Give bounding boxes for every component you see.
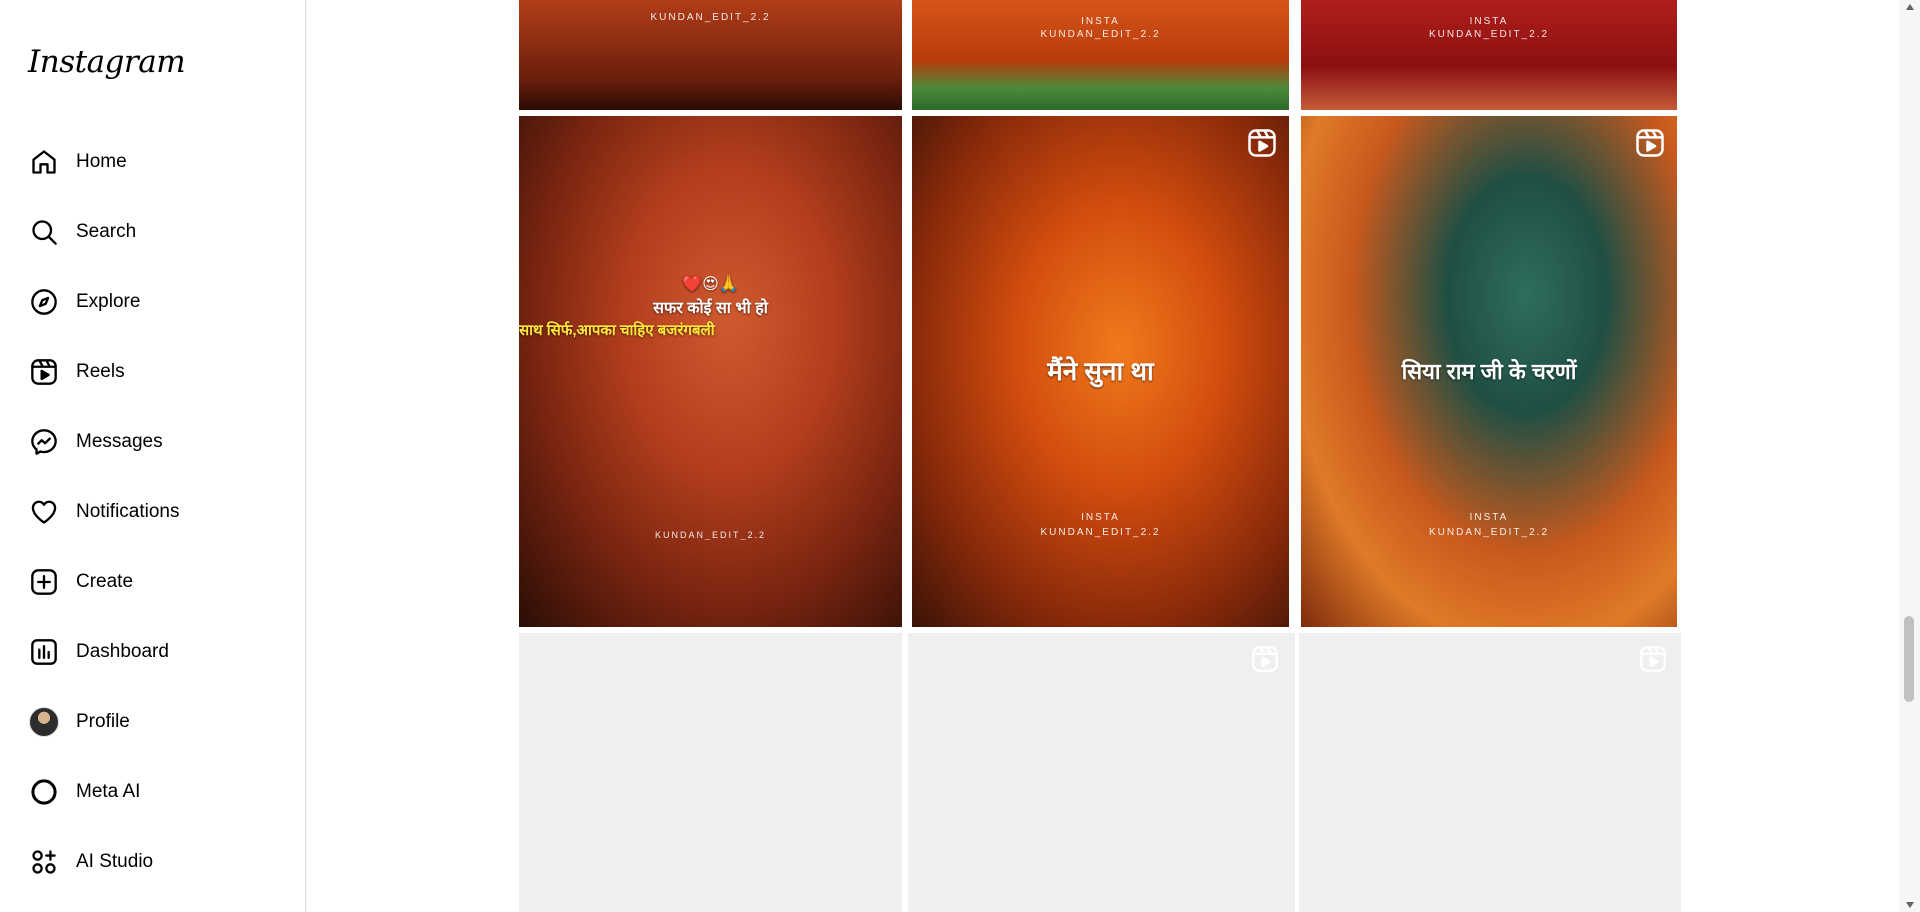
sidebar-item-label: Messages — [76, 431, 163, 452]
messenger-icon — [28, 426, 60, 458]
sidebar-item-reels[interactable]: Reels — [12, 344, 294, 400]
watermark-text: KUNDAN_EDIT_2.2 — [1428, 29, 1550, 40]
watermark-text: KUNDAN_EDIT_2.2 — [1040, 527, 1161, 538]
reel-badge-icon — [1639, 645, 1669, 675]
watermark-top-text: INSTA — [1469, 512, 1509, 523]
post-caption-line1: सफर कोई सा भी हो — [653, 300, 768, 317]
ai-studio-icon — [28, 846, 60, 878]
grid-post[interactable]: INSTA KUNDAN_EDIT_2.2 — [1301, 0, 1677, 110]
scroll-down-arrow-icon[interactable] — [1899, 898, 1920, 912]
heart-icon — [28, 496, 60, 528]
grid-post-placeholder[interactable] — [1299, 633, 1681, 912]
sidebar-item-label: Reels — [76, 361, 125, 382]
grid-post[interactable]: मैंने सुना था INSTA KUNDAN_EDIT_2.2 — [912, 116, 1289, 627]
grid-post[interactable]: INSTA KUNDAN_EDIT_2.2 — [912, 0, 1289, 110]
reel-badge-icon — [1251, 645, 1281, 675]
vertical-scrollbar[interactable] — [1899, 0, 1920, 912]
reels-icon — [28, 356, 60, 388]
sidebar-item-messages[interactable]: Messages — [12, 414, 294, 470]
sidebar-item-dashboard[interactable]: Dashboard — [12, 624, 294, 680]
post-caption: सिया राम जी के चरणों — [1401, 359, 1577, 384]
avatar — [29, 707, 59, 737]
sidebar-item-home[interactable]: Home — [12, 134, 294, 190]
watermark-top-text: INSTA — [1469, 16, 1509, 27]
sidebar-item-label: Home — [76, 151, 127, 172]
sidebar-item-notifications[interactable]: Notifications — [12, 484, 294, 540]
post-emoji: ❤️😍🙏 — [682, 276, 739, 293]
watermark-text: KUNDAN_EDIT_2.2 — [1428, 527, 1550, 538]
sidebar-item-meta-ai[interactable]: Meta AI — [12, 764, 294, 820]
watermark-text: KUNDAN_EDIT_2.2 — [650, 12, 771, 23]
reel-badge-icon — [1635, 128, 1665, 158]
sidebar-item-search[interactable]: Search — [12, 204, 294, 260]
sidebar-item-label: Notifications — [76, 501, 180, 522]
watermark-top-text: INSTA — [1081, 16, 1120, 27]
sidebar-item-ai-studio[interactable]: AI Studio — [12, 834, 294, 890]
watermark-text: KUNDAN_EDIT_2.2 — [1040, 29, 1161, 40]
compass-icon — [28, 286, 60, 318]
instagram-logo[interactable]: Instagram — [28, 44, 186, 80]
bar-chart-icon — [28, 636, 60, 668]
sidebar-item-label: AI Studio — [76, 851, 154, 872]
grid-post-placeholder[interactable] — [519, 633, 902, 912]
sidebar: Instagram Home Search Explore Reels Mess… — [0, 0, 306, 912]
sidebar-item-label: Create — [76, 571, 134, 592]
plus-square-icon — [28, 566, 60, 598]
sidebar-item-explore[interactable]: Explore — [12, 274, 294, 330]
post-caption: मैंने सुना था — [1047, 356, 1154, 386]
home-icon — [28, 146, 60, 178]
grid-post[interactable]: ❤️😍🙏 सफर कोई सा भी हो साथ सिर्फ,आपका चाह… — [519, 116, 902, 627]
meta-ai-ring-icon — [28, 776, 60, 808]
sidebar-item-profile[interactable]: Profile — [12, 694, 294, 750]
search-icon — [28, 216, 60, 248]
scroll-up-arrow-icon[interactable] — [1899, 0, 1920, 14]
profile-posts-grid: KUNDAN_EDIT_2.2 INSTA KUNDAN_EDIT_2.2 IN… — [307, 0, 1899, 912]
reel-badge-icon — [1247, 128, 1277, 158]
grid-post[interactable]: KUNDAN_EDIT_2.2 — [519, 0, 902, 110]
sidebar-item-label: Dashboard — [76, 641, 169, 662]
sidebar-item-label: Explore — [76, 291, 141, 312]
sidebar-item-label: Search — [76, 221, 137, 242]
sidebar-item-label: Profile — [76, 711, 130, 732]
watermark-top-text: INSTA — [1081, 512, 1120, 523]
grid-post[interactable]: सिया राम जी के चरणों INSTA KUNDAN_EDIT_2… — [1301, 116, 1677, 627]
sidebar-item-create[interactable]: Create — [12, 554, 294, 610]
post-caption-line2: साथ सिर्फ,आपका चाहिए बजरंगबली — [519, 322, 715, 339]
profile-avatar-slot — [28, 706, 60, 738]
grid-post-placeholder[interactable] — [908, 633, 1295, 912]
scrollbar-thumb[interactable] — [1904, 616, 1914, 702]
sidebar-item-label: Meta AI — [76, 781, 141, 802]
watermark-text: KUNDAN_EDIT_2.2 — [654, 530, 767, 540]
